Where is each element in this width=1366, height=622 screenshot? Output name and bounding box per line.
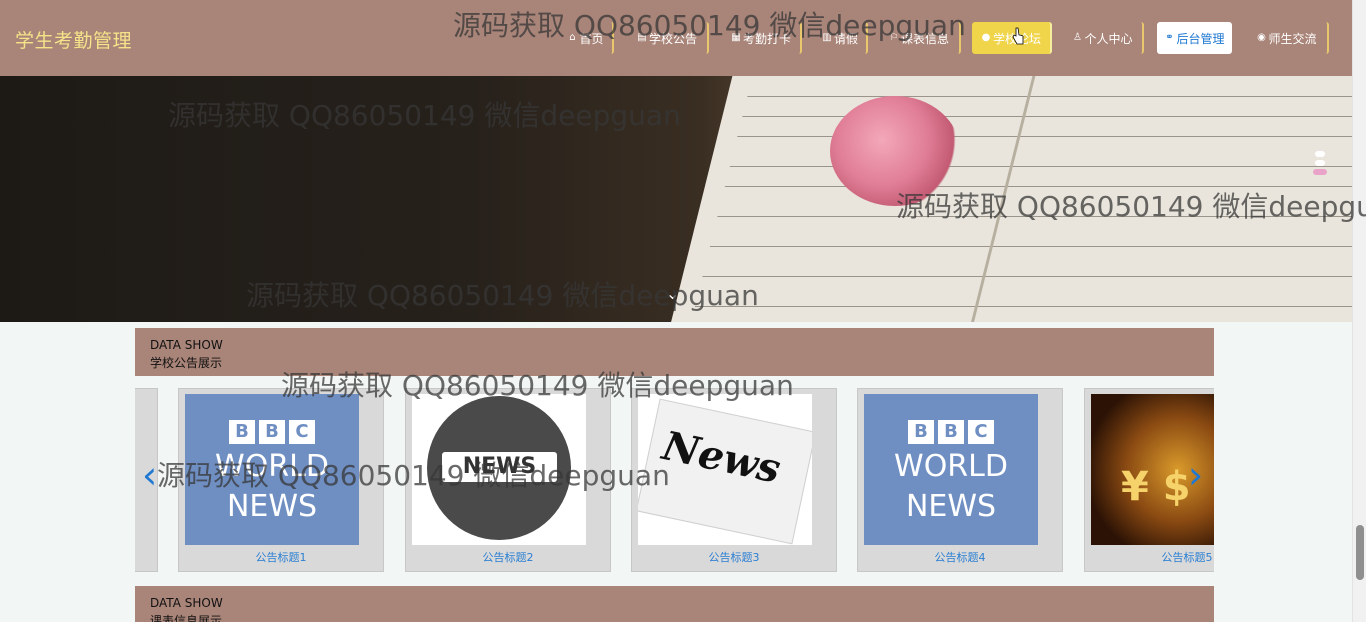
section-subtitle: DATA SHOW	[150, 338, 223, 352]
hand-cursor-icon	[1012, 27, 1024, 45]
banner-dot-3[interactable]	[1313, 169, 1327, 175]
notice-caption-3[interactable]: 公告标题3	[632, 549, 836, 565]
nav-message[interactable]: ◉ 师生交流	[1246, 22, 1329, 54]
top-navigation-bar: 学生考勤管理 ⌂首页 ▤学校公告 ▦考勤打卡 ▥请假 ⚐课表信息 ●学校论坛 ♙…	[0, 0, 1352, 76]
notice-section-header: DATA SHOW 学校公告展示	[135, 328, 1214, 376]
nav-message-label: 师生交流	[1268, 31, 1317, 46]
notice-caption-2[interactable]: 公告标题2	[406, 549, 610, 565]
nav-home-label: 首页	[579, 31, 604, 46]
nav-leave[interactable]: ▥ 请假	[814, 22, 868, 54]
user-icon: ♙	[1073, 32, 1082, 43]
notice-card-1[interactable]: B B C WORLD NEWS 公告标题1	[178, 388, 384, 572]
nav-profile[interactable]: ♙ 个人中心	[1063, 22, 1144, 54]
nav-schedule-label: 课表信息	[900, 31, 949, 46]
bbc-letter: B	[229, 420, 255, 444]
forum-icon: ●	[981, 32, 991, 43]
notice-image-3[interactable]: News	[638, 394, 812, 545]
banner-dot-1[interactable]	[1315, 151, 1325, 157]
nav-schedule[interactable]: ⚐ 课表信息	[879, 22, 961, 54]
notice-card-2[interactable]: NEWS 公告标题2	[405, 388, 611, 572]
banner-pagination[interactable]	[1310, 148, 1330, 184]
section-subtitle: DATA SHOW	[150, 596, 223, 610]
notice-card-4[interactable]: B B C WORLD NEWS 公告标题4	[857, 388, 1063, 572]
notice-caption-1[interactable]: 公告标题1	[179, 549, 383, 565]
banner-flower-image	[830, 96, 960, 206]
bbc-letter: B	[938, 420, 964, 444]
chevron-down-icon[interactable]: ⌄	[666, 284, 679, 303]
bbc-letter: C	[289, 420, 315, 444]
bbc-line-1: WORLD	[215, 449, 329, 484]
carousel-prev-arrow-icon[interactable]: ‹	[142, 455, 157, 495]
section-title: 学校公告展示	[150, 356, 223, 370]
notice-image-1[interactable]: B B C WORLD NEWS	[185, 394, 359, 545]
site-title[interactable]: 学生考勤管理	[15, 26, 132, 53]
schedule-icon: ⚐	[889, 32, 899, 43]
notice-image-2[interactable]: NEWS	[412, 394, 586, 545]
nav-admin[interactable]: ⚭ 后台管理	[1157, 22, 1232, 54]
nav-leave-label: 请假	[833, 31, 858, 46]
notice-caption-5[interactable]: 公告标题5	[1085, 549, 1214, 565]
nav-checkin[interactable]: ▦ 考勤打卡	[722, 22, 802, 54]
nav-notice[interactable]: ▤ 学校公告	[627, 22, 709, 54]
notice-card-3[interactable]: News 公告标题3	[631, 388, 837, 572]
notice-icon: ▤	[637, 32, 647, 43]
nav-checkin-label: 考勤打卡	[742, 31, 791, 46]
notice-image-4[interactable]: B B C WORLD NEWS	[864, 394, 1038, 545]
nav-home[interactable]: ⌂ 首页	[559, 22, 614, 54]
bbc-letter: B	[259, 420, 285, 444]
nav-profile-label: 个人中心	[1084, 31, 1133, 46]
chat-icon: ◉	[1257, 32, 1266, 43]
bbc-letter: C	[968, 420, 994, 444]
notice-caption-4[interactable]: 公告标题4	[858, 549, 1062, 565]
home-icon: ⌂	[569, 32, 576, 43]
bbc-line-2: NEWS	[226, 489, 318, 524]
notice-carousel: B B C WORLD NEWS 公告标题1 NEWS 公告标题2 News 公…	[135, 388, 1214, 572]
checkin-icon: ▦	[731, 32, 741, 43]
globe-news-text: NEWS	[442, 452, 557, 482]
scrollbar-thumb[interactable]	[1356, 525, 1364, 580]
banner-dot-2[interactable]	[1315, 160, 1325, 166]
link-icon: ⚭	[1165, 32, 1174, 43]
money-symbols: ¥ $	[1121, 464, 1191, 510]
hero-banner[interactable]: ⌄	[0, 76, 1352, 322]
nav-notice-label: 学校公告	[648, 31, 697, 46]
banner-book-image	[662, 76, 1352, 322]
bbc-letter: B	[908, 420, 934, 444]
section-title: 课表信息展示	[150, 614, 223, 622]
leave-icon: ▥	[822, 32, 832, 43]
carousel-next-arrow-icon[interactable]: ›	[1188, 455, 1203, 495]
page-scrollbar[interactable]	[1352, 0, 1366, 622]
schedule-section-header: DATA SHOW 课表信息展示	[135, 586, 1214, 622]
nav-admin-label: 后台管理	[1176, 31, 1225, 46]
bbc-line-2: NEWS	[905, 489, 997, 524]
bbc-line-1: WORLD	[894, 449, 1008, 484]
